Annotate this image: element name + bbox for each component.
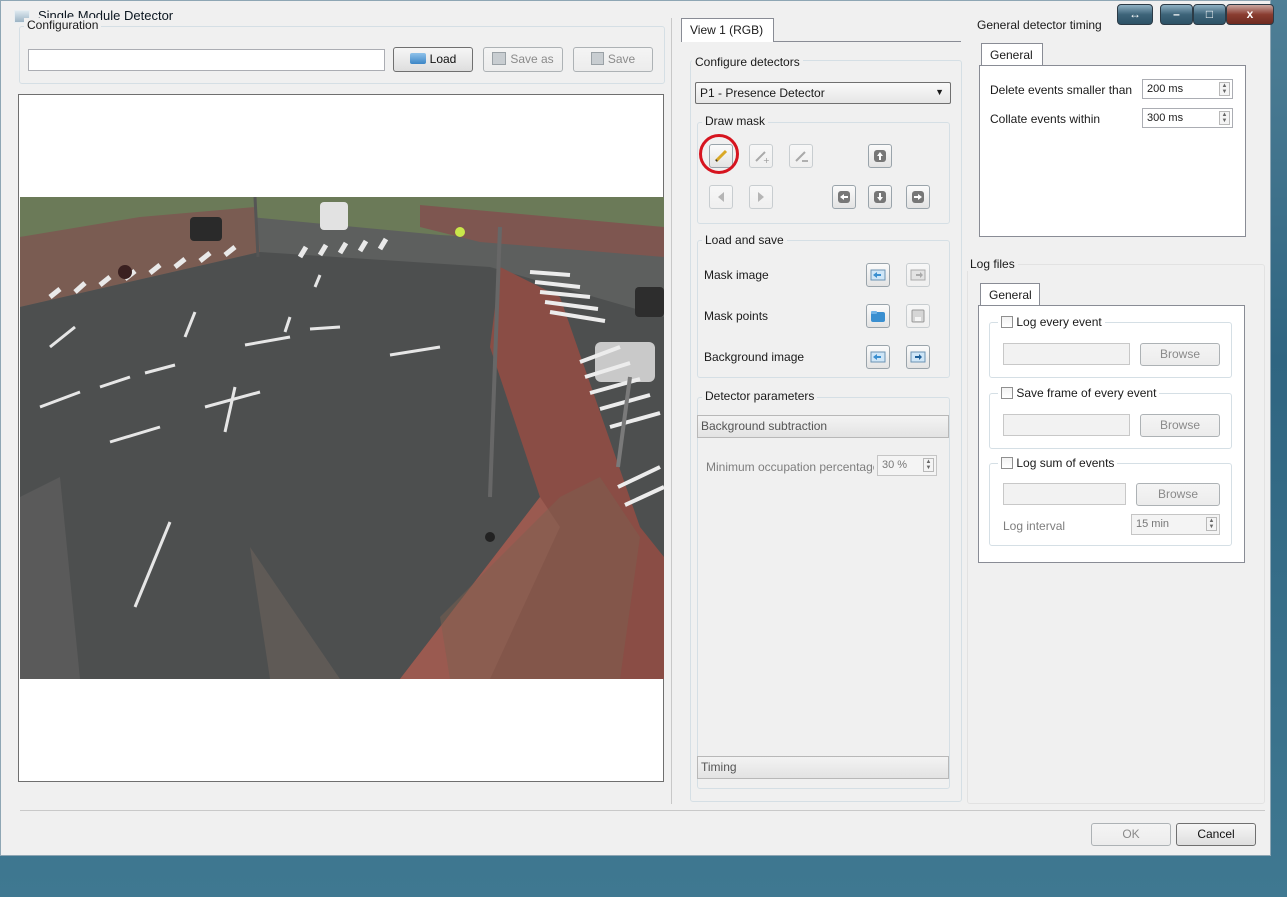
background-image-label: Background image <box>704 350 805 364</box>
mask-points-label: Mask points <box>704 309 769 323</box>
save-frame-title: Save frame of every event <box>998 386 1160 400</box>
spinner-arrows-icon[interactable]: ▲ ▼ <box>1219 111 1230 125</box>
save-mask-image-icon[interactable] <box>906 263 930 287</box>
detector-select[interactable]: P1 - Presence Detector ▼ <box>695 82 951 104</box>
traffic-camera-image <box>20 197 664 679</box>
save-label: Save <box>607 52 636 66</box>
delete-events-spinbox[interactable]: 200 ms ▲ ▼ <box>1142 79 1233 99</box>
triangle-right-icon[interactable] <box>749 185 773 209</box>
pencil-add-icon[interactable]: + <box>749 144 773 168</box>
general-detector-timing-label: General detector timing <box>974 18 1105 32</box>
tab-timing-general[interactable]: General <box>981 43 1043 66</box>
min-occupation-spinbox[interactable]: 30 % ▲ ▼ <box>877 455 937 476</box>
video-panel[interactable] <box>18 94 664 782</box>
save-frame-path[interactable] <box>1003 414 1130 436</box>
spinner-arrows-icon[interactable]: ▲ ▼ <box>1206 517 1217 531</box>
maximize-icon[interactable]: □ <box>1193 4 1226 25</box>
spinner-arrows-icon[interactable]: ▲ ▼ <box>923 458 934 472</box>
log-every-event-title: Log every event <box>998 315 1105 329</box>
arrow-down-icon[interactable] <box>868 185 892 209</box>
save-frame-label: Save frame of every event <box>1016 386 1157 400</box>
configuration-path-input[interactable] <box>28 49 385 71</box>
detector-select-value: P1 - Presence Detector <box>700 86 825 100</box>
client-area: Configuration Load Save as Save View 1 (… <box>0 0 1271 856</box>
draw-mask-label: Draw mask <box>702 114 769 128</box>
mask-image-label: Mask image <box>704 268 769 282</box>
log-interval-spinbox[interactable]: 15 min ▲ ▼ <box>1131 514 1220 535</box>
min-occupation-value: 30 % <box>882 459 908 471</box>
load-mask-image-icon[interactable] <box>866 263 890 287</box>
collate-events-spinbox[interactable]: 300 ms ▲ ▼ <box>1142 108 1233 128</box>
log-sum-label: Log sum of events <box>1016 456 1115 470</box>
arrow-left-icon[interactable] <box>832 185 856 209</box>
save-background-image-icon[interactable] <box>906 345 930 369</box>
arrow-up-icon[interactable] <box>868 144 892 168</box>
browse-button-1[interactable]: Browse <box>1140 343 1220 366</box>
tab-view-1[interactable]: View 1 (RGB) <box>681 18 774 42</box>
tab-log-general[interactable]: General <box>980 283 1040 306</box>
collate-events-value: 300 ms <box>1147 112 1184 124</box>
load-and-save-label: Load and save <box>702 233 787 247</box>
open-folder-icon[interactable] <box>866 304 890 328</box>
background-subtraction-header[interactable]: Background subtraction <box>697 415 949 438</box>
delete-events-value: 200 ms <box>1147 83 1184 95</box>
save-as-icon <box>492 52 507 65</box>
configure-detectors-label: Configure detectors <box>692 55 803 69</box>
browse-button-2[interactable]: Browse <box>1140 414 1220 437</box>
app-window: Single Module Detector ↔ – □ x Configura… <box>0 0 1287 897</box>
save-as-label: Save as <box>510 52 554 66</box>
log-every-event-checkbox[interactable] <box>1001 316 1013 328</box>
log-interval-value: 15 min <box>1136 518 1170 530</box>
footer-divider <box>20 810 1265 811</box>
save-frame-checkbox[interactable] <box>1001 387 1013 399</box>
detector-parameters-label: Detector parameters <box>702 389 818 403</box>
log-sum-checkbox[interactable] <box>1001 457 1013 469</box>
svg-text:+: + <box>763 156 769 164</box>
save-icon <box>590 52 604 65</box>
delete-events-label: Delete events smaller than <box>990 83 1133 97</box>
cancel-button[interactable]: Cancel <box>1176 823 1256 846</box>
load-background-image-icon[interactable] <box>866 345 890 369</box>
folder-icon <box>409 53 426 64</box>
log-files-label: Log files <box>967 257 1018 271</box>
save-button[interactable]: Save <box>573 47 653 72</box>
collate-events-label: Collate events within <box>990 112 1101 126</box>
highlight-circle <box>699 134 739 174</box>
pencil-remove-icon[interactable] <box>789 144 813 168</box>
ok-button[interactable]: OK <box>1091 823 1171 846</box>
minimize-icon[interactable]: – <box>1160 4 1193 25</box>
load-button[interactable]: Load <box>393 47 473 72</box>
log-sum-path[interactable] <box>1003 483 1126 505</box>
min-occupation-label: Minimum occupation percentage <box>706 460 874 474</box>
load-label: Load <box>429 52 457 66</box>
timing-header[interactable]: Timing <box>697 756 949 779</box>
log-interval-label: Log interval <box>1003 519 1066 533</box>
log-every-event-path[interactable] <box>1003 343 1130 365</box>
chevron-down-icon: ▼ <box>935 87 944 97</box>
close-icon[interactable]: x <box>1226 4 1274 25</box>
log-sum-title: Log sum of events <box>998 456 1118 470</box>
triangle-left-icon[interactable] <box>709 185 733 209</box>
save-disk-icon[interactable] <box>906 304 930 328</box>
log-every-event-label: Log every event <box>1016 315 1102 329</box>
spinner-arrows-icon[interactable]: ▲ ▼ <box>1219 82 1230 96</box>
resize-icon[interactable]: ↔ <box>1117 4 1153 25</box>
save-as-button[interactable]: Save as <box>483 47 563 72</box>
arrow-right-icon[interactable] <box>906 185 930 209</box>
configuration-label: Configuration <box>24 18 102 32</box>
splitter-left[interactable] <box>671 18 672 804</box>
browse-button-3[interactable]: Browse <box>1136 483 1220 506</box>
tab-line <box>774 41 961 42</box>
